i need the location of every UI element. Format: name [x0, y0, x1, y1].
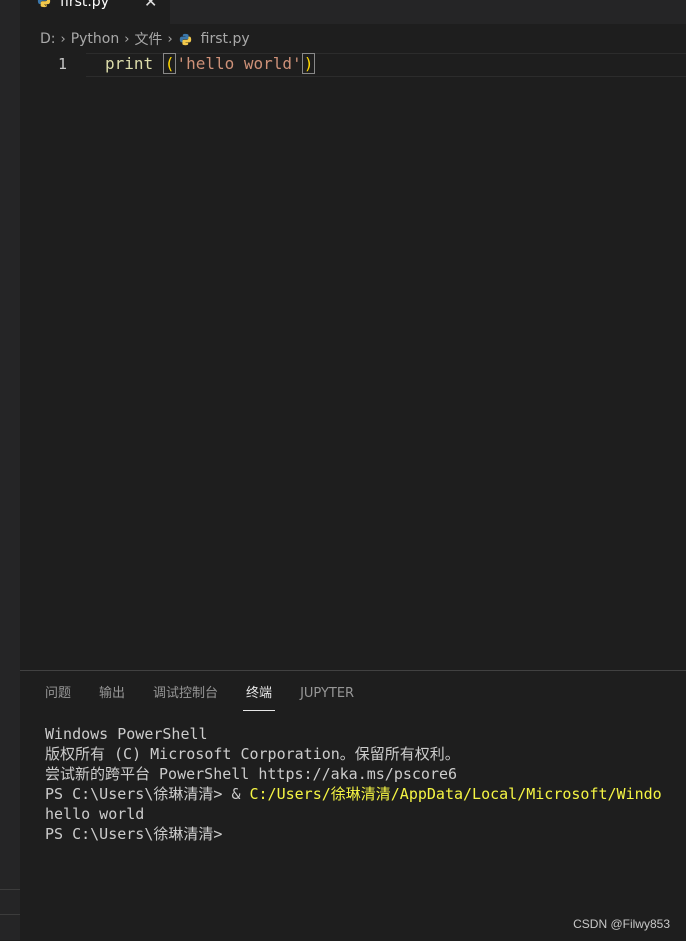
- code-close-paren: ): [301, 53, 316, 74]
- terminal-output[interactable]: Windows PowerShell 版权所有 (C) Microsoft Cor…: [45, 724, 685, 844]
- editor-tab-first-py[interactable]: first.py ✕: [20, 0, 170, 24]
- terminal-command-path: C:/Users/徐琳清清/AppData/Local/Microsoft/Wi…: [249, 785, 662, 803]
- terminal-line: 尝试新的跨平台 PowerShell https://aka.ms/pscore…: [45, 765, 458, 783]
- python-icon: [37, 0, 51, 8]
- terminal-output-line: hello world: [45, 805, 145, 823]
- terminal-amp: &: [231, 785, 250, 803]
- panel-tab-bar: 问题 输出 调试控制台 终端 JUPYTER: [20, 671, 686, 711]
- chevron-right-icon: ›: [124, 31, 130, 47]
- bottom-panel: 问题 输出 调试控制台 终端 JUPYTER Windows PowerShel…: [20, 670, 686, 941]
- terminal-command-line: PS C:\Users\徐琳清清> & C:/Users/徐琳清清/AppDat…: [45, 784, 685, 804]
- terminal-final-prompt: PS C:\Users\徐琳清清>: [45, 825, 223, 843]
- breadcrumb-item-python[interactable]: Python: [71, 31, 120, 47]
- editor-tab-bar: first.py ✕: [20, 0, 686, 24]
- divider: [0, 914, 20, 915]
- terminal-line: 版权所有 (C) Microsoft Corporation。保留所有权利。: [45, 745, 460, 763]
- line-number: 1: [58, 55, 68, 73]
- activity-bar-strip: [0, 0, 20, 940]
- breadcrumb: D: › Python › 文件 › first.py: [20, 28, 686, 50]
- close-icon[interactable]: ✕: [144, 0, 157, 11]
- tab-debug-console[interactable]: 调试控制台: [153, 671, 218, 711]
- code-string-token: 'hello world': [176, 54, 302, 73]
- python-icon: [179, 33, 191, 45]
- code-open-paren: (: [162, 53, 177, 74]
- tab-jupyter[interactable]: JUPYTER: [300, 671, 354, 711]
- terminal-prompt: PS C:\Users\徐琳清清>: [45, 785, 232, 803]
- tab-terminal[interactable]: 终端: [243, 671, 276, 711]
- breadcrumb-item-drive[interactable]: D:: [40, 31, 56, 47]
- divider: [0, 889, 20, 890]
- watermark: CSDN @Filwy853: [573, 917, 670, 931]
- tab-problems[interactable]: 问题: [45, 671, 71, 711]
- tab-output[interactable]: 输出: [99, 671, 125, 711]
- breadcrumb-item-file[interactable]: first.py: [201, 31, 250, 47]
- code-function-token: print: [105, 54, 154, 73]
- breadcrumb-item-folder[interactable]: 文件: [134, 29, 162, 49]
- tab-label: first.py: [60, 0, 109, 10]
- chevron-right-icon: ›: [167, 31, 173, 47]
- code-line[interactable]: print ('hello world'): [105, 53, 316, 75]
- terminal-line: Windows PowerShell: [45, 725, 208, 743]
- code-editor[interactable]: 1 print ('hello world'): [20, 52, 686, 670]
- chevron-right-icon: ›: [60, 31, 66, 47]
